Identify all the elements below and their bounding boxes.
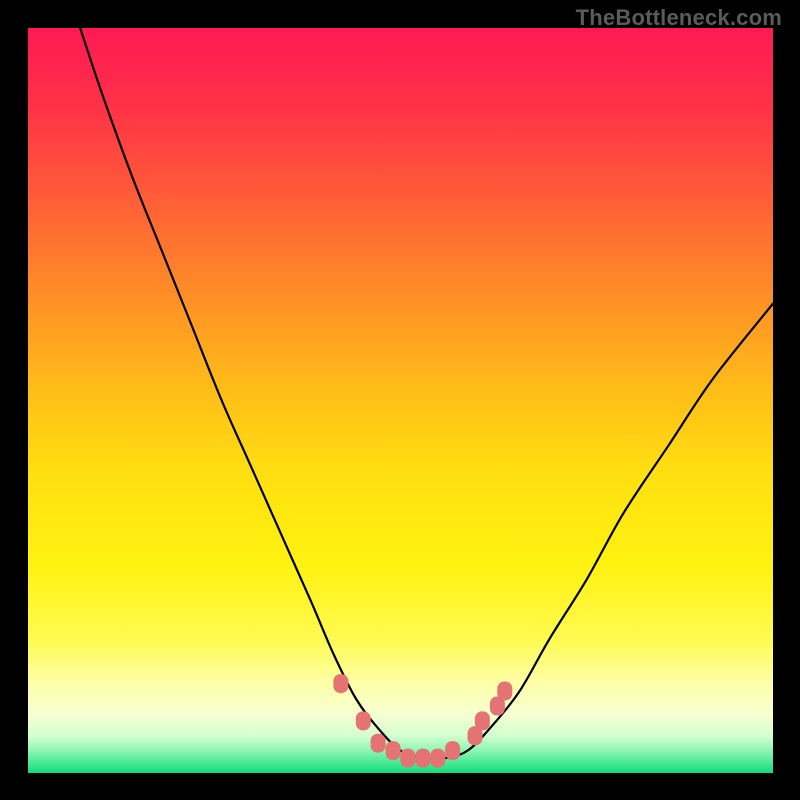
- highlight-point: [333, 674, 348, 693]
- highlighted-points-group: [333, 674, 512, 768]
- highlight-point: [497, 682, 512, 701]
- chart-svg: [28, 28, 773, 773]
- highlight-point: [445, 741, 460, 760]
- highlight-point: [356, 711, 371, 730]
- highlight-point: [430, 749, 445, 768]
- plot-area: [28, 28, 773, 773]
- highlight-point: [371, 734, 386, 753]
- watermark-text: TheBottleneck.com: [576, 5, 782, 31]
- highlight-point: [400, 749, 415, 768]
- highlight-point: [415, 749, 430, 768]
- chart-outer-frame: TheBottleneck.com: [0, 0, 800, 800]
- highlight-point: [386, 741, 401, 760]
- bottleneck-curve: [80, 28, 773, 759]
- highlight-point: [475, 711, 490, 730]
